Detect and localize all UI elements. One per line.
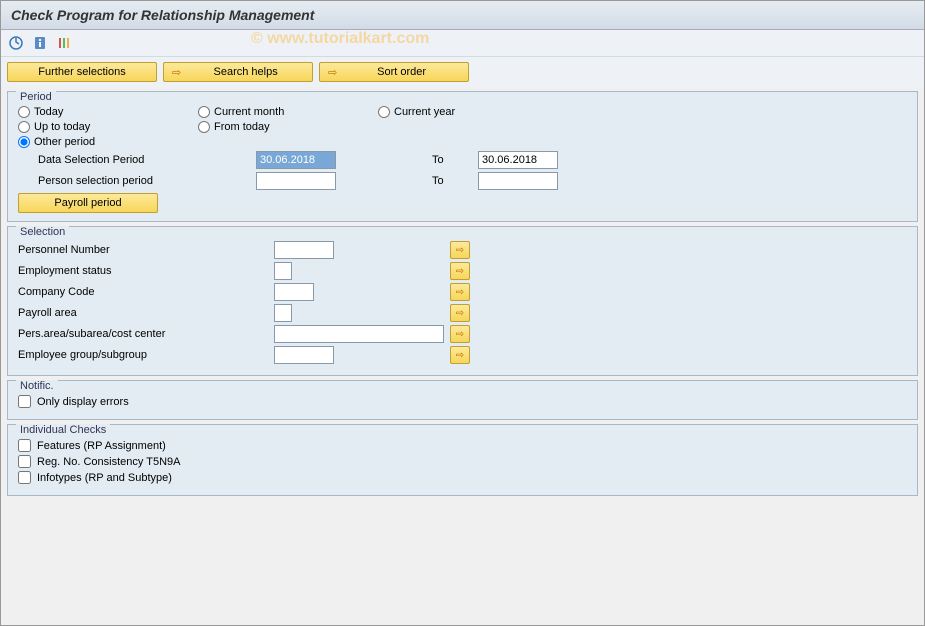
bars-icon[interactable] <box>55 34 73 52</box>
infotypes-label: Infotypes (RP and Subtype) <box>37 472 172 484</box>
radio-up-to-today-input[interactable] <box>18 121 30 133</box>
radio-current-year[interactable]: Current year <box>378 106 548 118</box>
further-selections-label: Further selections <box>38 66 125 78</box>
arrow-right-icon: ⇨ <box>328 66 337 79</box>
payroll-area-multi-icon[interactable]: ⇨ <box>450 304 470 322</box>
period-legend: Period <box>16 91 56 103</box>
features-label: Features (RP Assignment) <box>37 440 166 452</box>
personnel-number-input[interactable] <box>274 241 334 259</box>
personnel-number-multi-icon[interactable]: ⇨ <box>450 241 470 259</box>
employment-status-label: Employment status <box>18 265 268 277</box>
employee-group-label: Employee group/subgroup <box>18 349 268 361</box>
notific-group: Notific. Only display errors <box>7 380 918 420</box>
features-checkbox[interactable] <box>18 439 31 452</box>
person-selection-period-label: Person selection period <box>18 175 248 187</box>
selection-group: Selection Personnel Number ⇨ Employment … <box>7 226 918 376</box>
title-bar: Check Program for Relationship Managemen… <box>1 1 924 30</box>
selection-legend: Selection <box>16 226 69 238</box>
search-helps-button[interactable]: ⇨ Search helps <box>163 62 313 82</box>
reg-no-check[interactable]: Reg. No. Consistency T5N9A <box>18 455 907 468</box>
payroll-period-label: Payroll period <box>54 197 121 209</box>
toolbar: © www.tutorialkart.com <box>1 30 924 57</box>
to-label-1: To <box>432 154 452 166</box>
person-selection-from-input[interactable] <box>256 172 336 190</box>
arrow-right-icon: ⇨ <box>172 66 181 79</box>
radio-up-to-today[interactable]: Up to today <box>18 121 188 133</box>
payroll-area-input[interactable] <box>274 304 292 322</box>
data-selection-from-input[interactable] <box>256 151 336 169</box>
radio-today[interactable]: Today <box>18 106 188 118</box>
employment-status-input[interactable] <box>274 262 292 280</box>
radio-current-month[interactable]: Current month <box>198 106 368 118</box>
only-display-errors-checkbox[interactable] <box>18 395 31 408</box>
infotypes-check[interactable]: Infotypes (RP and Subtype) <box>18 471 907 484</box>
execute-icon[interactable] <box>7 34 25 52</box>
notific-legend: Notific. <box>16 380 58 392</box>
only-display-errors-label: Only display errors <box>37 396 129 408</box>
individual-checks-legend: Individual Checks <box>16 424 110 436</box>
radio-from-today-label: From today <box>214 121 270 133</box>
employee-group-multi-icon[interactable]: ⇨ <box>450 346 470 364</box>
features-check[interactable]: Features (RP Assignment) <box>18 439 907 452</box>
radio-up-to-today-label: Up to today <box>34 121 90 133</box>
radio-other-period[interactable]: Other period <box>18 136 188 148</box>
radio-other-period-input[interactable] <box>18 136 30 148</box>
data-selection-to-input[interactable] <box>478 151 558 169</box>
payroll-period-button[interactable]: Payroll period <box>18 193 158 213</box>
radio-current-year-input[interactable] <box>378 106 390 118</box>
further-selections-button[interactable]: Further selections <box>7 62 157 82</box>
radio-current-month-input[interactable] <box>198 106 210 118</box>
pers-area-multi-icon[interactable]: ⇨ <box>450 325 470 343</box>
sort-order-label: Sort order <box>343 66 460 78</box>
period-group: Period Today Current month Current year … <box>7 91 918 222</box>
person-selection-to-input[interactable] <box>478 172 558 190</box>
search-helps-label: Search helps <box>187 66 304 78</box>
radio-current-month-label: Current month <box>214 106 284 118</box>
radio-from-today-input[interactable] <box>198 121 210 133</box>
radio-other-period-label: Other period <box>34 136 95 148</box>
reg-no-label: Reg. No. Consistency T5N9A <box>37 456 180 468</box>
radio-from-today[interactable]: From today <box>198 121 368 133</box>
company-code-multi-icon[interactable]: ⇨ <box>450 283 470 301</box>
company-code-input[interactable] <box>274 283 314 301</box>
pers-area-label: Pers.area/subarea/cost center <box>18 328 268 340</box>
reg-no-checkbox[interactable] <box>18 455 31 468</box>
pers-area-input[interactable] <box>274 325 444 343</box>
sort-order-button[interactable]: ⇨ Sort order <box>319 62 469 82</box>
payroll-area-label: Payroll area <box>18 307 268 319</box>
personnel-number-label: Personnel Number <box>18 244 268 256</box>
watermark: © www.tutorialkart.com <box>251 30 429 48</box>
only-display-errors-check[interactable]: Only display errors <box>18 395 907 408</box>
radio-current-year-label: Current year <box>394 106 455 118</box>
employment-status-multi-icon[interactable]: ⇨ <box>450 262 470 280</box>
page-title: Check Program for Relationship Managemen… <box>11 7 914 23</box>
infotypes-checkbox[interactable] <box>18 471 31 484</box>
company-code-label: Company Code <box>18 286 268 298</box>
radio-today-input[interactable] <box>18 106 30 118</box>
action-button-row: Further selections ⇨ Search helps ⇨ Sort… <box>1 57 924 87</box>
info-icon[interactable] <box>31 34 49 52</box>
individual-checks-group: Individual Checks Features (RP Assignmen… <box>7 424 918 496</box>
to-label-2: To <box>432 175 452 187</box>
radio-today-label: Today <box>34 106 63 118</box>
data-selection-period-label: Data Selection Period <box>18 154 248 166</box>
employee-group-input[interactable] <box>274 346 334 364</box>
